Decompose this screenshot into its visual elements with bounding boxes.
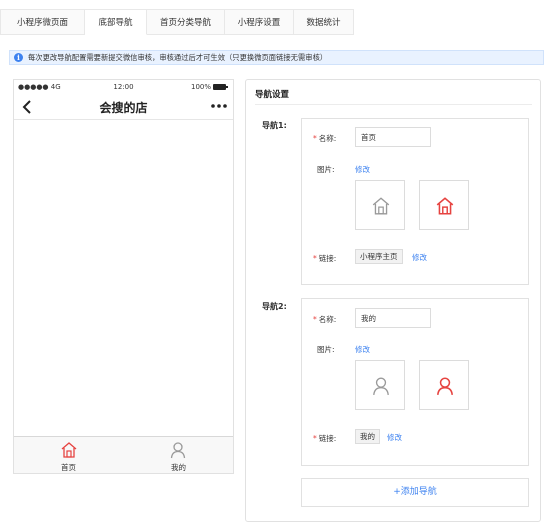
nav1-link-edit[interactable]: 修改: [412, 252, 427, 263]
nav1-image-selected[interactable]: [419, 180, 469, 230]
tab-mini-program-settings[interactable]: 小程序设置: [225, 9, 294, 35]
nav2-image-edit-link[interactable]: 修改: [355, 344, 370, 355]
nav2-link-edit[interactable]: 修改: [387, 432, 402, 443]
nav2-card: *名称: 图片: 修改 *链接: 我的 修改: [301, 298, 529, 466]
panel-divider: [255, 104, 532, 105]
panel-title: 导航设置: [255, 90, 290, 100]
nav2-image-label: 图片:: [317, 345, 335, 354]
phone-status-bar: ●●●●● 4G 12:00 100%: [14, 80, 233, 94]
nav1-label: 导航1:: [262, 121, 287, 130]
top-tab-bar: 小程序微页面 底部导航 首页分类导航 小程序设置 数据统计: [0, 9, 354, 35]
nav2-label: 导航2:: [262, 302, 287, 311]
tabbar-item-home[interactable]: 首页: [14, 437, 123, 474]
user-icon: [170, 442, 186, 459]
home-icon: [436, 197, 454, 215]
nav1-link-label: * 链接:: [313, 254, 337, 263]
phone-preview: ●●●●● 4G 12:00 100% 会搜的店 首页 我的: [13, 79, 234, 474]
nav2-name-label: * 名称:: [313, 315, 337, 324]
tab-home-category-navigation[interactable]: 首页分类导航: [147, 9, 225, 35]
navigation-settings-panel: 导航设置 导航1: *名称: 图片: 修改 *链接: 小程序主页 修改 导航2:: [245, 79, 541, 522]
user-icon: [373, 377, 389, 395]
user-icon: [437, 377, 453, 395]
home-icon: [372, 197, 390, 215]
nav2-name-input[interactable]: [355, 308, 431, 328]
battery-percent: 100%: [191, 83, 212, 91]
phone-page-title: 会搜的店: [99, 101, 148, 115]
phone-tab-bar: 首页 我的: [14, 436, 233, 473]
notice-text: 每次更改导航配置需要新提交微信审核，审核通过后才可生效（只更换微页面链接无需审核…: [28, 52, 328, 62]
tabbar-label-home: 首页: [61, 463, 76, 472]
phone-nav-bar: 会搜的店: [14, 94, 233, 120]
more-icon[interactable]: [210, 103, 228, 109]
tab-statistics[interactable]: 数据统计: [294, 9, 354, 35]
nav1-name-input[interactable]: [355, 127, 431, 147]
nav1-image-label: 图片:: [317, 165, 335, 174]
nav1-link-value: 小程序主页: [355, 249, 403, 264]
info-icon: i: [14, 53, 23, 62]
tabbar-item-mine[interactable]: 我的: [124, 437, 233, 474]
tab-mini-program-pages[interactable]: 小程序微页面: [0, 9, 85, 35]
review-notice: i 每次更改导航配置需要新提交微信审核，审核通过后才可生效（只更换微页面链接无需…: [9, 50, 544, 65]
nav1-name-label: * 名称:: [313, 134, 337, 143]
tab-bottom-navigation[interactable]: 底部导航: [85, 9, 147, 35]
battery-tip: [226, 86, 228, 88]
nav1-image-normal[interactable]: [355, 180, 405, 230]
tabbar-label-mine: 我的: [171, 463, 186, 472]
battery-icon: [213, 84, 226, 90]
home-icon: [61, 442, 77, 458]
nav1-card: *名称: 图片: 修改 *链接: 小程序主页 修改: [301, 118, 529, 285]
nav2-image-selected[interactable]: [419, 360, 469, 410]
nav2-image-normal[interactable]: [355, 360, 405, 410]
nav2-link-label: * 链接:: [313, 434, 337, 443]
nav2-link-value: 我的: [355, 429, 380, 444]
add-navigation-button[interactable]: +添加导航: [301, 478, 529, 507]
nav1-image-edit-link[interactable]: 修改: [355, 164, 370, 175]
